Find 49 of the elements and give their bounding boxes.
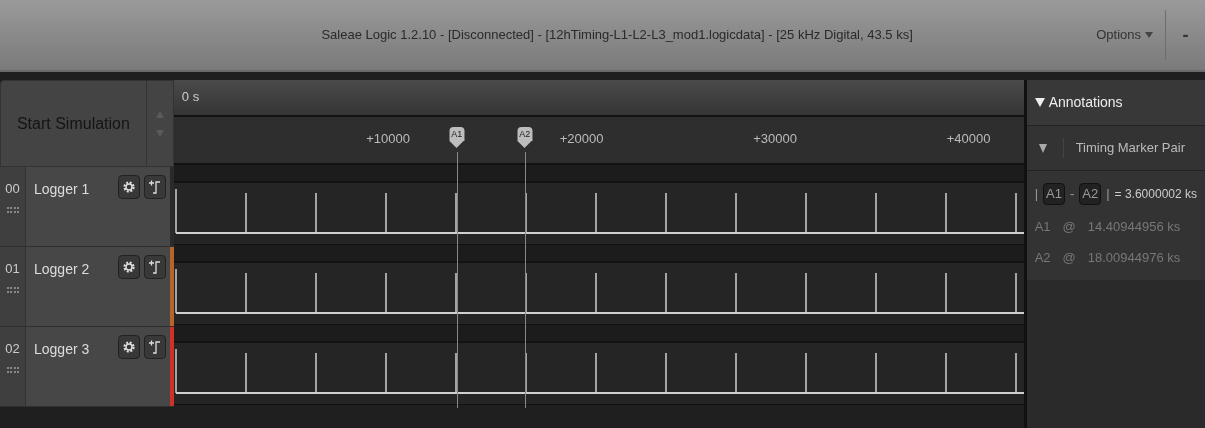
channel-number: 00	[5, 180, 20, 198]
grip-icon	[6, 366, 19, 373]
settings-button[interactable]	[117, 255, 140, 279]
marker-name: A1	[1034, 217, 1051, 236]
marker-name: A2	[1034, 249, 1051, 267]
channel-name: Logger 1	[34, 180, 90, 199]
trigger-button[interactable]	[143, 175, 166, 199]
minus-sign: -	[1069, 185, 1075, 203]
tick-label: +20000	[559, 130, 604, 148]
marker-time: 18.00944976 ks	[1087, 249, 1181, 267]
caret-icon	[1145, 32, 1153, 38]
tick-label: +30000	[753, 130, 797, 148]
trigger-button[interactable]	[143, 335, 166, 359]
grip-icon	[6, 206, 19, 213]
pipe-character: |	[1034, 185, 1039, 203]
trigger-button[interactable]	[143, 255, 166, 279]
marker-tag: A1	[1043, 183, 1065, 205]
settings-icon	[121, 260, 136, 274]
tick-label: +40000	[946, 130, 991, 148]
expand-icon	[1034, 98, 1045, 107]
annotations-header[interactable]: Annotations	[1026, 80, 1205, 126]
channel-name: Logger 2	[34, 260, 90, 279]
annotation-group-name: Timing Marker Pair	[1062, 138, 1185, 158]
settings-icon	[121, 340, 136, 354]
start-time: 0 s	[181, 89, 200, 104]
minimize-button[interactable]: -	[1165, 10, 1205, 60]
rising-edge-icon	[147, 179, 162, 195]
marker-time: 14.40944956 ks	[1087, 217, 1181, 236]
channel-name: Logger 3	[34, 340, 90, 359]
grip-icon	[6, 286, 19, 293]
channel-header[interactable]: 02 Logger 3	[0, 327, 174, 407]
settings-button[interactable]	[117, 175, 140, 199]
channel-header[interactable]: 00 Logger 1	[0, 167, 174, 247]
channel-number: 02	[5, 340, 20, 358]
at-sign: @	[1062, 217, 1076, 236]
rising-edge-icon	[147, 259, 162, 275]
window-title: Saleae Logic 1.2.10 - [Disconnected] - [12hTiming-L1-L2-L3_mod1.logicdata] - [25 kHz Digital, 43.5 ks]	[321, 26, 913, 45]
options-menu[interactable]: Options	[1084, 25, 1165, 45]
channel-header[interactable]: 01 Logger 2	[0, 247, 174, 327]
settings-button[interactable]	[117, 335, 140, 359]
marker-pin-icon	[1038, 143, 1047, 153]
at-sign: @	[1062, 249, 1076, 267]
pipe-character: |	[1106, 185, 1110, 203]
settings-icon	[121, 180, 136, 194]
tick-label: +10000	[366, 130, 410, 148]
marker-tag: A2	[1079, 183, 1102, 205]
time-difference: = 3.6000002 ks	[1114, 185, 1197, 203]
channel-number: 01	[5, 260, 20, 278]
rising-edge-icon	[147, 339, 162, 355]
